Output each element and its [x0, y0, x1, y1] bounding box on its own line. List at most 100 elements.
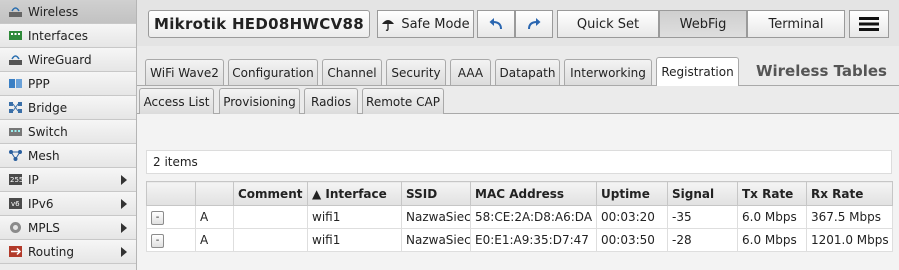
undo-button[interactable] [477, 10, 515, 38]
interface-cell: wifi1 [307, 205, 402, 229]
sidebar-item-label: IPv6 [28, 196, 54, 211]
column-header-rx-rate[interactable]: Rx Rate [806, 181, 893, 206]
sidebar-item-label: Mesh [28, 148, 60, 163]
sidebar-item-bridge[interactable]: Bridge [0, 96, 136, 120]
bridge-icon [8, 101, 23, 114]
item-count-bar: 2 items [146, 150, 892, 174]
safe-mode-button[interactable]: Safe Mode [377, 10, 474, 38]
column-header-actions [146, 181, 196, 206]
routing-icon [8, 245, 23, 258]
device-title: Mikrotik HED08HWCV88 [148, 10, 370, 38]
ipv6-icon: v6 [8, 197, 23, 210]
uptime-cell: 00:03:20 [596, 205, 668, 229]
svg-text:255: 255 [10, 176, 23, 184]
wireguard-icon [8, 53, 23, 66]
ssid-cell: NazwaSieci [401, 228, 471, 252]
sidebar-item-interfaces[interactable]: Interfaces [0, 24, 136, 48]
sidebar-item-label: WireGuard [28, 52, 92, 67]
umbrella-icon [381, 17, 395, 31]
sidebar-item-label: Switch [28, 124, 68, 139]
comment-cell [233, 205, 308, 229]
item-count: 2 items [153, 155, 198, 169]
tab-provisioning[interactable]: Provisioning [219, 88, 300, 114]
remove-button[interactable]: - [151, 234, 164, 248]
table-row[interactable]: - A wifi1 NazwaSieci 58:CE:2A:D8:A6:DA 0… [146, 205, 893, 229]
mac-address-cell: 58:CE:2A:D8:A6:DA [470, 205, 597, 229]
sidebar-item-label: PPP [28, 76, 50, 91]
redo-button[interactable] [515, 10, 553, 38]
sidebar-item-label: Routing [28, 244, 75, 259]
column-header-ssid[interactable]: SSID [401, 181, 471, 206]
column-header-tx-rate[interactable]: Tx Rate [737, 181, 807, 206]
flag-cell: A [195, 205, 234, 229]
sidebar-item-wireless[interactable]: Wireless [0, 0, 136, 24]
column-header-flags [195, 181, 234, 206]
sidebar-item-ppp[interactable]: PPP [0, 72, 136, 96]
submenu-arrow-icon [121, 199, 127, 209]
tab-registration[interactable]: Registration [656, 57, 739, 86]
page-title: Wireless Tables [755, 62, 887, 80]
rx-rate-cell: 1201.0 Mbps [806, 228, 893, 252]
switch-icon [8, 125, 23, 138]
mac-address-cell: E0:E1:A9:35:D7:47 [470, 228, 597, 252]
tab-security[interactable]: Security [386, 59, 446, 85]
interfaces-icon [8, 29, 23, 42]
tab-wifi-wave2[interactable]: WiFi Wave2 [145, 59, 224, 85]
wireless-icon [8, 5, 23, 18]
table-row[interactable]: - A wifi1 NazwaSieci E0:E1:A9:35:D7:47 0… [146, 228, 893, 252]
comment-cell [233, 228, 308, 252]
interface-cell: wifi1 [307, 228, 402, 252]
tab-radios[interactable]: Radios [304, 88, 358, 114]
sidebar-item-switch[interactable]: Switch [0, 120, 136, 144]
mpls-icon [8, 221, 23, 234]
submenu-arrow-icon [121, 223, 127, 233]
tx-rate-cell: 6.0 Mbps [737, 228, 807, 252]
flag-cell: A [195, 228, 234, 252]
ip-icon: 255 [8, 173, 23, 186]
table-header-row: Comment ▲ Interface SSID MAC Address Upt… [146, 181, 893, 206]
remove-cell: - [146, 228, 196, 252]
svg-text:v6: v6 [11, 200, 20, 208]
mesh-icon [8, 149, 23, 162]
column-header-signal[interactable]: Signal [667, 181, 738, 206]
webfig-button[interactable]: WebFig [659, 10, 747, 38]
ppp-icon [8, 77, 23, 90]
remove-cell: - [146, 205, 196, 229]
tab-channel[interactable]: Channel [322, 59, 382, 85]
sidebar-item-label: MPLS [28, 220, 60, 235]
rx-rate-cell: 367.5 Mbps [806, 205, 893, 229]
tx-rate-cell: 6.0 Mbps [737, 205, 807, 229]
tab-aaa[interactable]: AAA [450, 59, 491, 85]
quick-set-button[interactable]: Quick Set [557, 10, 659, 38]
tab-remote-cap[interactable]: Remote CAP [362, 88, 444, 114]
tab-interworking[interactable]: Interworking [564, 59, 652, 85]
sidebar-item-routing[interactable]: Routing [0, 240, 136, 264]
column-header-interface[interactable]: ▲ Interface [307, 181, 402, 206]
tab-access-list[interactable]: Access List [139, 88, 214, 114]
redo-icon [526, 17, 542, 31]
sidebar-menu: Wireless Interfaces WireGuard PPP Bridge… [0, 0, 137, 270]
column-header-comment[interactable]: Comment [233, 181, 308, 206]
undo-icon [488, 17, 504, 31]
column-header-mac-address[interactable]: MAC Address [470, 181, 597, 206]
submenu-arrow-icon [121, 175, 127, 185]
sidebar-item-mpls[interactable]: MPLS [0, 216, 136, 240]
menu-button[interactable] [849, 10, 889, 38]
ssid-cell: NazwaSieci [401, 205, 471, 229]
column-header-uptime[interactable]: Uptime [596, 181, 668, 206]
sidebar-item-label: Interfaces [28, 28, 88, 43]
hamburger-icon [859, 16, 879, 32]
sidebar-item-label: Bridge [28, 100, 68, 115]
sidebar-item-ipv6[interactable]: v6 IPv6 [0, 192, 136, 216]
signal-cell: -28 [667, 228, 738, 252]
remove-button[interactable]: - [151, 211, 164, 225]
sidebar-item-wireguard[interactable]: WireGuard [0, 48, 136, 72]
uptime-cell: 00:03:50 [596, 228, 668, 252]
sidebar-item-ip[interactable]: 255 IP [0, 168, 136, 192]
sidebar-item-mesh[interactable]: Mesh [0, 144, 136, 168]
sidebar-item-label: Wireless [28, 4, 79, 19]
terminal-button[interactable]: Terminal [747, 10, 845, 38]
tab-configuration[interactable]: Configuration [228, 59, 318, 85]
tab-datapath[interactable]: Datapath [495, 59, 560, 85]
sidebar-item-label: IP [28, 172, 39, 187]
